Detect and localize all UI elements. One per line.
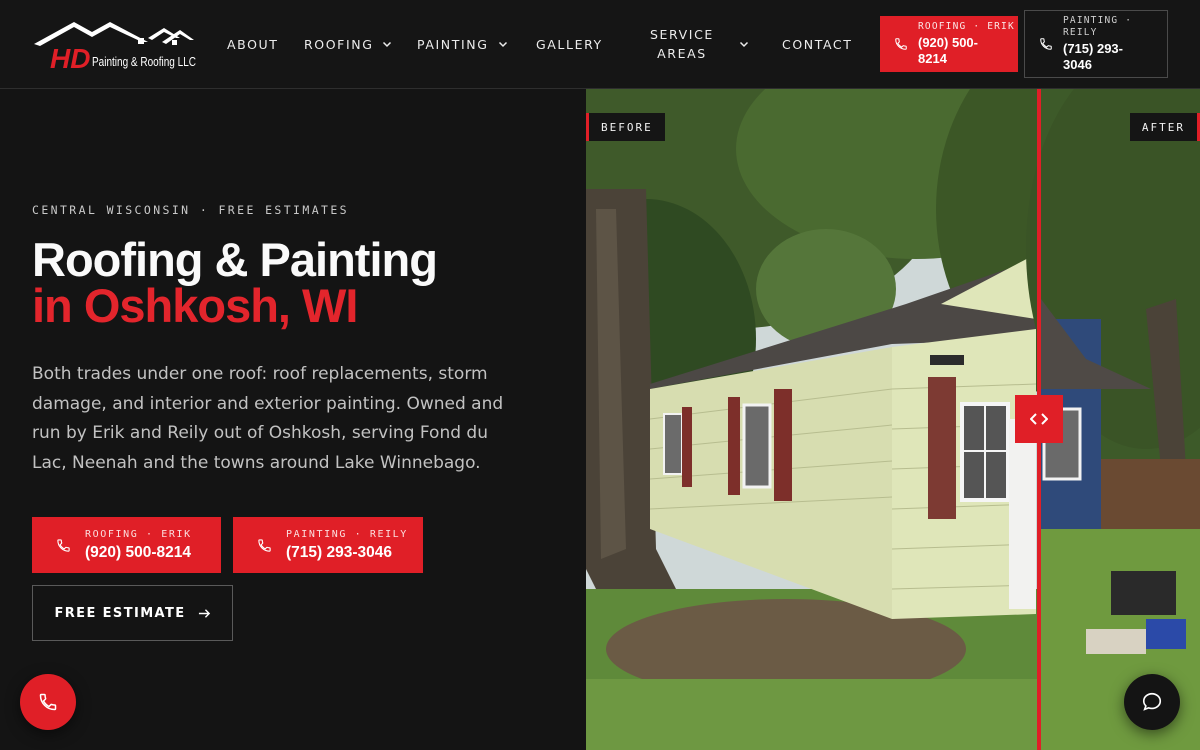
logo[interactable]: HD Painting & Roofing LLC bbox=[30, 16, 200, 74]
site-header: HD Painting & Roofing LLC ABOUT ROOFING … bbox=[0, 0, 1200, 89]
page-title-line1: Roofing & Painting bbox=[32, 233, 438, 286]
compare-arrows-icon bbox=[1030, 413, 1048, 425]
header-call-roofing-number-line1: (920) 500- bbox=[918, 35, 978, 50]
nav-service-areas-label: SERVICE AREAS bbox=[650, 25, 714, 63]
header-call-painting-number-line1: (715) 293- bbox=[1063, 41, 1123, 56]
svg-text:Painting & Roofing LLC: Painting & Roofing LLC bbox=[92, 54, 196, 69]
phone-icon bbox=[57, 538, 70, 552]
before-after-slider[interactable]: BEFORE AFTER bbox=[586, 89, 1200, 750]
chat-icon bbox=[1142, 692, 1162, 711]
header-call-painting-button[interactable]: PAINTING · REILY (715) 293- 3046 bbox=[1024, 10, 1168, 78]
nav-service-line1: SERVICE bbox=[650, 27, 714, 42]
hero-description: Both trades under one roof: roof replace… bbox=[32, 364, 504, 473]
header-call-roofing-label: ROOFING · ERIK bbox=[918, 21, 1015, 32]
nav-gallery-label: GALLERY bbox=[536, 36, 603, 52]
header-call-painting-label-line2: REILY bbox=[1063, 27, 1098, 38]
header-call-painting-number-line2: 3046 bbox=[1063, 57, 1092, 72]
call-roofing-button[interactable]: ROOFING · ERIK (920) 500-8214 bbox=[32, 517, 221, 573]
before-after-photo bbox=[586, 89, 1200, 750]
chevron-down-icon bbox=[383, 41, 392, 48]
after-label: AFTER bbox=[1129, 113, 1200, 141]
phone-icon bbox=[895, 38, 907, 50]
call-painting-button[interactable]: PAINTING · REILY (715) 293-3046 bbox=[233, 517, 423, 573]
nav-about[interactable]: ABOUT bbox=[227, 0, 279, 88]
nav-painting[interactable]: PAINTING bbox=[417, 0, 508, 88]
nav-about-label: ABOUT bbox=[227, 36, 279, 52]
free-estimate-button[interactable]: FREE ESTIMATE bbox=[32, 585, 233, 641]
phone-icon bbox=[39, 693, 57, 711]
header-call-painting-label-line1: PAINTING · bbox=[1063, 15, 1133, 26]
nav-service-areas[interactable]: SERVICE AREAS bbox=[650, 0, 749, 88]
header-call-roofing-button[interactable]: ROOFING · ERIK (920) 500- 8214 bbox=[880, 16, 1018, 72]
arrow-right-icon bbox=[198, 608, 210, 618]
header-call-roofing-number-line2: 8214 bbox=[918, 51, 947, 66]
nav-service-line2: AREAS bbox=[657, 46, 707, 61]
nav-contact-label: CONTACT bbox=[782, 36, 853, 52]
nav-painting-label: PAINTING bbox=[417, 36, 489, 52]
before-label: BEFORE bbox=[586, 113, 665, 141]
slider-handle[interactable] bbox=[1015, 395, 1063, 443]
chevron-down-icon bbox=[498, 41, 507, 48]
call-roofing-label: ROOFING · ERIK bbox=[85, 529, 192, 540]
page-title-line2: in Oshkosh, WI bbox=[32, 279, 358, 332]
phone-icon bbox=[1040, 38, 1052, 50]
nav-roofing-label: ROOFING bbox=[304, 36, 374, 52]
nav-roofing[interactable]: ROOFING bbox=[304, 0, 392, 88]
svg-text:HD: HD bbox=[50, 43, 90, 74]
call-roofing-number: (920) 500-8214 bbox=[85, 544, 191, 561]
nav-gallery[interactable]: GALLERY bbox=[536, 0, 603, 88]
page-title: Roofing & Painting in Oshkosh, WI bbox=[32, 233, 438, 332]
phone-icon bbox=[258, 538, 271, 552]
hero-eyebrow: CENTRAL WISCONSIN · FREE ESTIMATES bbox=[32, 203, 350, 217]
chat-button[interactable] bbox=[1124, 674, 1180, 730]
free-estimate-label: FREE ESTIMATE bbox=[54, 605, 186, 621]
floating-call-button[interactable] bbox=[20, 674, 76, 730]
nav-contact[interactable]: CONTACT bbox=[782, 0, 852, 88]
chevron-down-icon bbox=[739, 41, 748, 48]
call-painting-number: (715) 293-3046 bbox=[286, 544, 392, 561]
call-painting-label: PAINTING · REILY bbox=[286, 529, 408, 540]
